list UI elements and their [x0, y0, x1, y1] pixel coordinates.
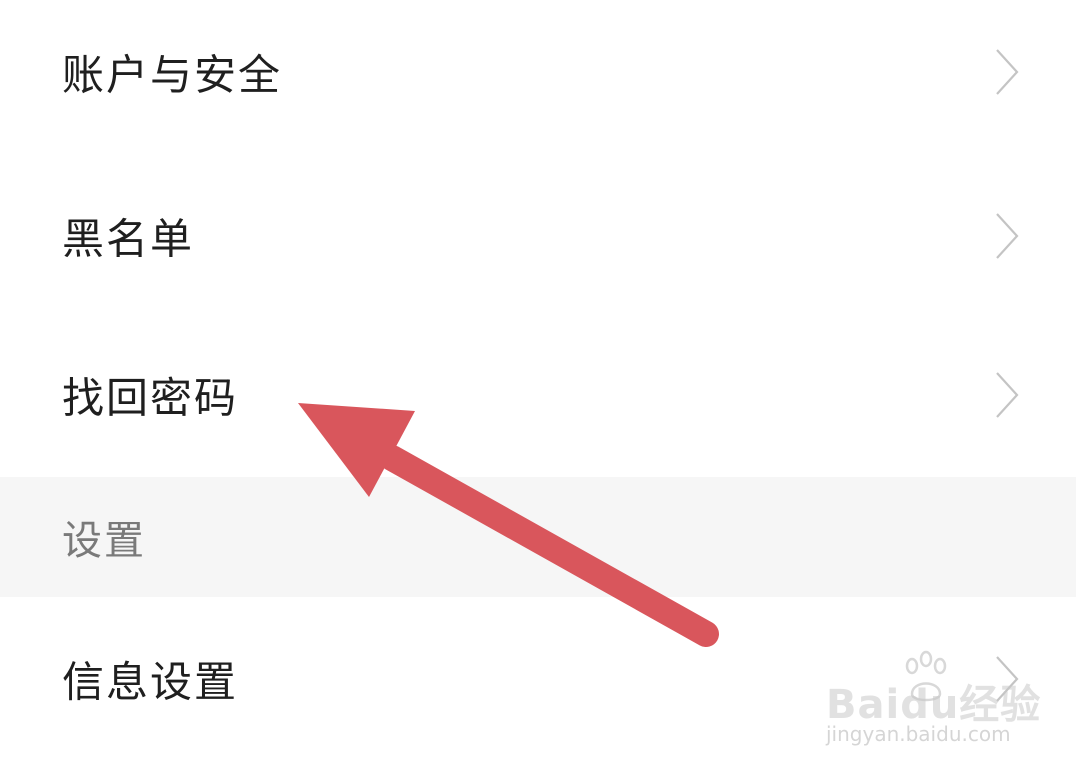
watermark-url: jingyan.baidu.com [826, 722, 1011, 746]
settings-item-find-password[interactable]: 找回密码 [0, 313, 1076, 477]
baidu-jingyan-watermark: Baidu经验 jingyan.baidu.com [826, 650, 1040, 750]
settings-item-account-security[interactable]: 账户与安全 [0, 0, 1076, 154]
section-header-settings: 设置 [0, 477, 1076, 597]
settings-item-label: 账户与安全 [62, 50, 283, 100]
chevron-right-icon [996, 372, 1019, 418]
section-title: 设置 [62, 518, 146, 564]
settings-item-label: 找回密码 [62, 373, 239, 423]
settings-item-label: 信息设置 [62, 657, 239, 707]
chevron-right-icon [996, 213, 1019, 259]
chevron-right-icon [996, 49, 1019, 95]
settings-item-blacklist[interactable]: 黑名单 [0, 154, 1076, 318]
settings-item-label: 黑名单 [62, 214, 195, 264]
settings-screen: 账户与安全 黑名单 找回密码 设置 信息设置 Baidu经验 jingyan.b… [0, 0, 1076, 768]
